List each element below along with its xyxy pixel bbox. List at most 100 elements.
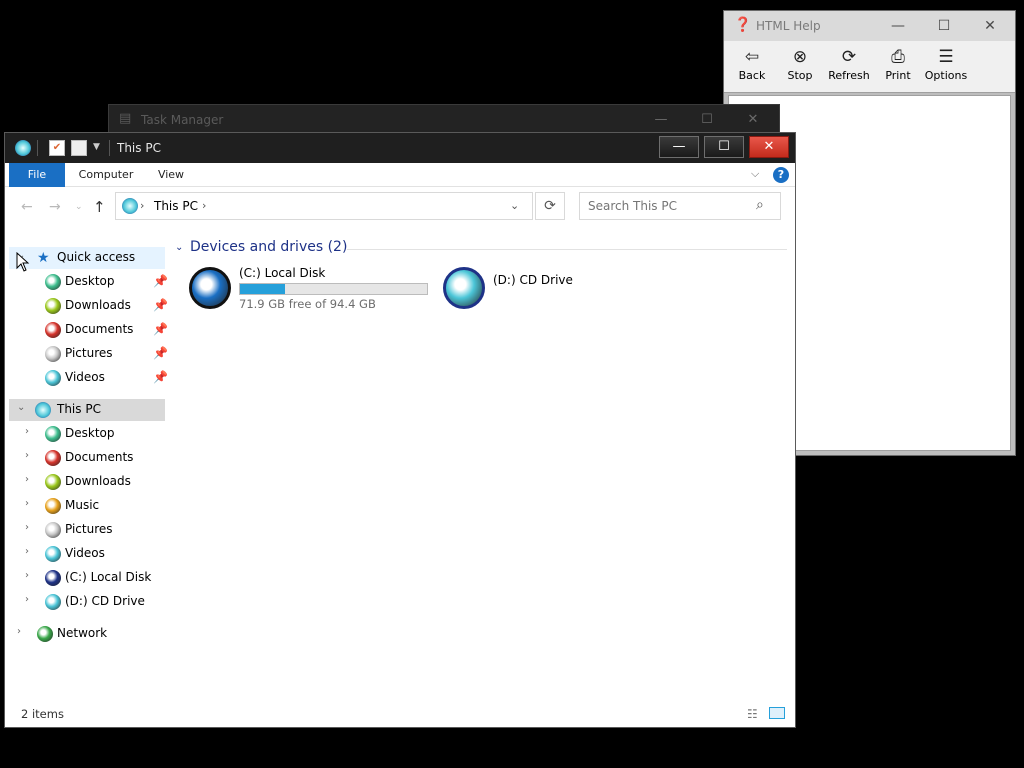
pin-icon[interactable]: 📌 <box>153 346 168 360</box>
pin-icon[interactable]: 📌 <box>153 370 168 384</box>
up-arrow-icon[interactable]: ↑ <box>93 198 106 216</box>
star-icon: ★ <box>37 250 50 266</box>
tm-maximize-button[interactable]: ☐ <box>685 108 729 132</box>
sidebar-item-pc-5[interactable]: › Videos <box>9 543 165 565</box>
downloads-folder-icon <box>45 298 61 314</box>
recent-locations-chevron-icon[interactable]: ⌄ <box>75 202 83 212</box>
sidebar-item-quick-pictures[interactable]: Pictures 📌 <box>9 343 168 365</box>
breadcrumb-chevron-icon[interactable]: › <box>140 199 144 212</box>
help-refresh-button[interactable]: ⟳ Refresh <box>825 45 873 89</box>
sidebar-item-label: Documents <box>65 450 134 464</box>
search-input[interactable]: Search This PC <box>588 199 677 213</box>
expand-chevron-icon[interactable]: › <box>25 450 29 461</box>
print-icon: ⎙ <box>891 47 905 67</box>
folder-orb-icon <box>45 498 61 514</box>
this-pc-app-icon <box>15 140 31 156</box>
drive-c-name: (C:) Local Disk <box>239 266 326 280</box>
cd-drive-icon <box>443 267 485 309</box>
stop-icon: ⊗ <box>792 47 808 67</box>
address-dropdown-chevron-icon[interactable]: ⌄ <box>510 199 519 212</box>
tab-file[interactable]: File <box>9 163 65 187</box>
sidebar-item-pc-2[interactable]: › Downloads <box>9 471 165 493</box>
expand-chevron-icon[interactable]: › <box>25 474 29 485</box>
sidebar-item-quick-documents[interactable]: Documents 📌 <box>9 319 168 341</box>
help-options-button[interactable]: ☰ Options <box>922 45 970 89</box>
mouse-cursor-icon <box>16 252 30 272</box>
help-print-button[interactable]: ⎙ Print <box>874 45 922 89</box>
explorer-minimize-button[interactable]: — <box>659 136 699 158</box>
back-arrow-icon[interactable]: ← <box>21 199 33 215</box>
sidebar-item-label: Pictures <box>65 346 113 360</box>
navigation-bar: ← → ⌄ ↑ › This PC › ⌄ ⟳ Search This PC ⌕ <box>5 188 795 226</box>
sidebar-item-quick-downloads[interactable]: Downloads 📌 <box>9 295 168 317</box>
tab-computer[interactable]: Computer <box>71 163 141 187</box>
pin-icon[interactable]: 📌 <box>153 298 168 312</box>
qa-customize-chevron-icon[interactable]: ▼ <box>93 142 100 152</box>
sidebar-item-pc-6[interactable]: › (C:) Local Disk <box>9 567 165 589</box>
details-view-icon[interactable]: ☷ <box>747 707 758 721</box>
search-box[interactable]: Search This PC ⌕ <box>579 192 781 220</box>
properties-icon[interactable]: ✔ <box>49 140 65 156</box>
sidebar-item-label: Videos <box>65 546 105 560</box>
help-window-title: HTML Help <box>756 19 821 33</box>
expand-chevron-icon[interactable]: › <box>25 570 29 581</box>
sidebar-item-quick-videos[interactable]: Videos 📌 <box>9 367 168 389</box>
help-close-button[interactable]: ✕ <box>967 11 1013 41</box>
expand-chevron-icon[interactable]: › <box>25 546 29 557</box>
this-pc-icon <box>122 198 138 214</box>
collapse-chevron-icon[interactable]: ⌄ <box>17 402 25 413</box>
forward-arrow-icon[interactable]: → <box>49 199 61 215</box>
task-manager-title: Task Manager <box>141 113 224 127</box>
new-folder-icon[interactable] <box>71 140 87 156</box>
large-icons-view-icon[interactable] <box>769 707 785 719</box>
network-icon <box>37 626 53 642</box>
breadcrumb-this-pc[interactable]: This PC <box>154 199 198 213</box>
tab-view[interactable]: View <box>151 163 191 187</box>
expand-chevron-icon[interactable]: › <box>17 626 21 637</box>
pin-icon[interactable]: 📌 <box>153 274 168 288</box>
refresh-button[interactable]: ⟳ <box>535 192 565 220</box>
group-divider <box>347 249 787 250</box>
explorer-close-button[interactable]: ✕ <box>749 136 789 158</box>
address-bar[interactable]: › This PC › ⌄ <box>115 192 533 220</box>
nav-quick-access[interactable]: ⌄ ★ Quick access <box>9 247 165 269</box>
sidebar-item-label: Downloads <box>65 474 131 488</box>
expand-chevron-icon[interactable]: › <box>25 426 29 437</box>
help-stop-button[interactable]: ⊗ Stop <box>776 45 824 89</box>
expand-chevron-icon[interactable]: › <box>25 594 29 605</box>
this-pc-icon <box>35 402 51 418</box>
help-title-bar[interactable]: ❓ HTML Help — ☐ ✕ <box>724 11 1015 41</box>
breadcrumb-chevron-icon-2[interactable]: › <box>202 199 206 212</box>
explorer-maximize-button[interactable]: ☐ <box>704 136 744 158</box>
folder-orb-icon <box>45 474 61 490</box>
sidebar-item-pc-4[interactable]: › Pictures <box>9 519 165 541</box>
expand-chevron-icon[interactable]: › <box>25 498 29 509</box>
sidebar-item-pc-0[interactable]: › Desktop <box>9 423 165 445</box>
nav-network[interactable]: › Network <box>9 623 165 645</box>
sidebar-item-quick-desktop[interactable]: Desktop 📌 <box>9 271 168 293</box>
help-minimize-button[interactable]: — <box>875 11 921 41</box>
sidebar-item-pc-3[interactable]: › Music <box>9 495 165 517</box>
drive-c-free-space: 71.9 GB free of 94.4 GB <box>239 297 376 311</box>
drive-c-usage-bar <box>239 283 428 295</box>
tm-minimize-button[interactable]: — <box>639 108 683 132</box>
nav-this-pc[interactable]: ⌄ This PC <box>9 399 165 421</box>
explorer-title-bar[interactable]: ✔ ▼ This PC — ☐ ✕ <box>5 133 795 163</box>
group-collapse-chevron-icon[interactable]: ⌄ <box>175 242 183 253</box>
help-icon[interactable]: ? <box>773 167 789 183</box>
task-manager-icon: ▤ <box>119 111 132 126</box>
expand-chevron-icon[interactable]: › <box>25 522 29 533</box>
help-maximize-button[interactable]: ☐ <box>921 11 967 41</box>
devices-drives-group-header[interactable]: Devices and drives (2) <box>190 239 347 255</box>
options-icon: ☰ <box>938 47 954 67</box>
help-back-button[interactable]: ⇦ Back <box>728 45 776 89</box>
sidebar-item-label: Downloads <box>65 298 131 312</box>
tm-close-button[interactable]: ✕ <box>731 108 775 132</box>
search-icon[interactable]: ⌕ <box>756 197 764 213</box>
pin-icon[interactable]: 📌 <box>153 322 168 336</box>
sidebar-item-pc-1[interactable]: › Documents <box>9 447 165 469</box>
sidebar-item-label: Videos <box>65 370 105 384</box>
expand-ribbon-chevron-icon[interactable]: ⌵ <box>751 167 759 181</box>
sidebar-item-label: Documents <box>65 322 134 336</box>
sidebar-item-pc-7[interactable]: › (D:) CD Drive <box>9 591 165 613</box>
